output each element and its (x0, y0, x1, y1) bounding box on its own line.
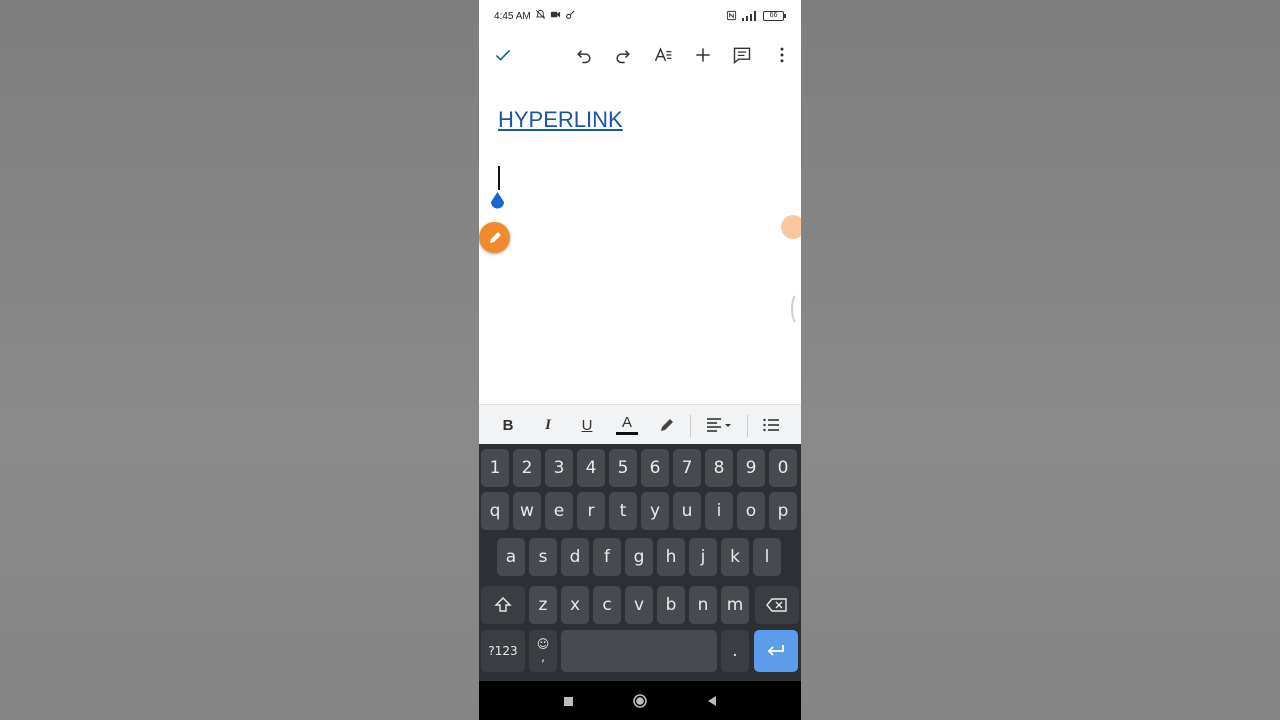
key-0[interactable]: 0 (769, 449, 797, 487)
key-i[interactable]: i (705, 492, 733, 530)
list-button[interactable] (760, 413, 782, 437)
symbols-key[interactable]: ?123 (481, 630, 525, 672)
period-key[interactable]: . (721, 630, 749, 672)
key-c[interactable]: c (593, 586, 621, 624)
key-u[interactable]: u (673, 492, 701, 530)
format-toolbar: B I U A (479, 404, 801, 444)
recents-icon[interactable] (560, 693, 576, 709)
key-9[interactable]: 9 (737, 449, 765, 487)
undo-icon (577, 50, 591, 64)
key-7[interactable]: 7 (673, 449, 701, 487)
key-l[interactable]: l (753, 538, 781, 576)
text-format-icon (654, 47, 672, 62)
bulleted-list-icon (763, 418, 779, 432)
status-right-icons: 66 (726, 10, 786, 21)
status-bar: 4:45 AM 66 (479, 0, 801, 34)
signal-icon (742, 11, 756, 21)
key-2[interactable]: 2 (513, 449, 541, 487)
align-button[interactable] (703, 413, 735, 437)
key-6[interactable]: 6 (641, 449, 669, 487)
key-z[interactable]: z (529, 586, 557, 624)
key-p[interactable]: p (769, 492, 797, 530)
docs-toolbar (479, 36, 801, 74)
battery-indicator: 66 (763, 10, 786, 21)
undo-button[interactable] (571, 42, 597, 68)
align-left-icon (707, 418, 731, 432)
comma-label: , (541, 650, 545, 664)
done-button[interactable] (490, 42, 516, 68)
key-x[interactable]: x (561, 586, 589, 624)
video-icon (550, 11, 561, 18)
status-left-icons (535, 9, 576, 20)
key-v[interactable]: v (625, 586, 653, 624)
key-8[interactable]: 8 (705, 449, 733, 487)
key-b[interactable]: b (657, 586, 685, 624)
space-key[interactable] (561, 630, 717, 672)
text-cursor (498, 166, 500, 190)
hyperlink-text[interactable]: HYPERLINK (498, 107, 623, 133)
enter-icon (767, 645, 784, 656)
nfc-icon (726, 10, 737, 21)
cursor-handle-icon[interactable] (489, 191, 506, 211)
key-3[interactable]: 3 (545, 449, 573, 487)
plus-icon (696, 48, 710, 62)
shift-icon (494, 597, 512, 612)
key-g[interactable]: g (625, 538, 653, 576)
back-icon[interactable] (704, 693, 720, 709)
key-4[interactable]: 4 (577, 449, 605, 487)
floating-bubble[interactable] (781, 215, 801, 239)
more-vert-icon (780, 47, 784, 63)
key-k[interactable]: k (721, 538, 749, 576)
bell-off-icon (535, 9, 546, 19)
text-color-button[interactable]: A (616, 413, 638, 435)
key-y[interactable]: y (641, 492, 669, 530)
key-q[interactable]: q (481, 492, 509, 530)
key-o[interactable]: o (737, 492, 765, 530)
key-5[interactable]: 5 (609, 449, 637, 487)
underline-button[interactable]: U (577, 413, 597, 437)
emoji-comma-key[interactable]: ☺ , (529, 630, 557, 672)
key-icon (566, 10, 575, 19)
check-icon (495, 49, 511, 61)
format-separator (690, 415, 691, 437)
redo-button[interactable] (610, 42, 636, 68)
phone-screen: 4:45 AM 66 HYPERLINK B I U A 1 2 3 4 5 6… (479, 0, 801, 720)
key-t[interactable]: t (609, 492, 637, 530)
pencil-icon (489, 231, 501, 243)
key-w[interactable]: w (513, 492, 541, 530)
insert-button[interactable] (690, 42, 716, 68)
system-navigation-bar (479, 681, 801, 720)
key-e[interactable]: e (545, 492, 573, 530)
status-time: 4:45 AM (494, 11, 531, 22)
comment-button[interactable] (729, 42, 755, 68)
highlighter-icon (661, 419, 673, 431)
key-n[interactable]: n (689, 586, 717, 624)
comment-icon (733, 47, 751, 64)
edge-gesture-indicator (791, 292, 801, 326)
pencil-fab[interactable] (479, 222, 510, 253)
highlight-button[interactable] (656, 413, 678, 437)
key-j[interactable]: j (689, 538, 717, 576)
text-format-button[interactable] (650, 42, 676, 68)
key-r[interactable]: r (577, 492, 605, 530)
backspace-icon (766, 598, 787, 612)
bold-button[interactable]: B (498, 413, 518, 437)
redo-icon (616, 50, 630, 64)
backspace-key[interactable] (755, 586, 799, 624)
soft-keyboard: 1234567890 qwertyuiop asdfghjkl zxcvbnm … (479, 444, 801, 681)
key-s[interactable]: s (529, 538, 557, 576)
key-1[interactable]: 1 (481, 449, 509, 487)
shift-key[interactable] (481, 586, 525, 624)
key-d[interactable]: d (561, 538, 589, 576)
key-f[interactable]: f (593, 538, 621, 576)
key-m[interactable]: m (721, 586, 749, 624)
key-h[interactable]: h (657, 538, 685, 576)
italic-button[interactable]: I (538, 413, 558, 437)
format-separator (747, 415, 748, 437)
home-icon[interactable] (632, 693, 648, 709)
more-options-button[interactable] (769, 42, 795, 68)
document-body[interactable]: HYPERLINK (479, 74, 801, 404)
key-a[interactable]: a (497, 538, 525, 576)
enter-key[interactable] (754, 630, 798, 672)
